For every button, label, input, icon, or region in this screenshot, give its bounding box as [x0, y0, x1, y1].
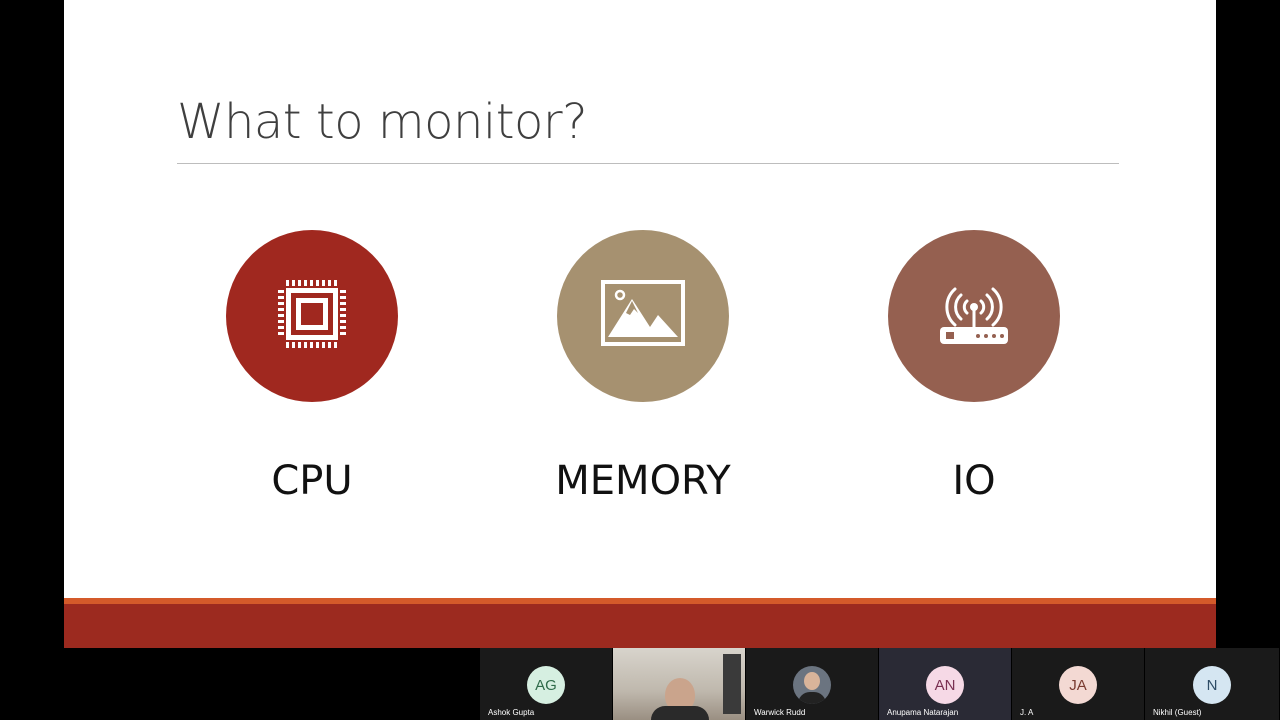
cpu-chip-icon: [272, 274, 352, 359]
video-background-window: [723, 654, 741, 714]
participant-strip: AG Ashok Gupta Warwick Rudd AN Anupama N…: [480, 648, 1280, 720]
avatar: AG: [527, 666, 565, 704]
participant-tile[interactable]: AG Ashok Gupta: [480, 648, 613, 720]
participant-tile[interactable]: JA J. A: [1012, 648, 1145, 720]
cpu-label: CPU: [271, 458, 353, 504]
participant-name: Ashok Gupta: [488, 708, 535, 717]
item-cpu: CPU: [226, 230, 398, 504]
io-circle: [888, 230, 1060, 402]
participant-name: Anupama Natarajan: [887, 708, 959, 717]
memory-label: MEMORY: [555, 458, 731, 504]
participant-tile[interactable]: N Nikhil (Guest): [1145, 648, 1279, 720]
presentation-slide: What to monitor? CPU MEMORY IO: [64, 0, 1216, 648]
image-landscape-icon: [600, 279, 686, 354]
slide-title: What to monitor?: [177, 94, 588, 150]
participant-name: J. A: [1020, 708, 1034, 717]
item-memory: MEMORY: [555, 230, 731, 504]
participant-tile[interactable]: AN Anupama Natarajan: [879, 648, 1012, 720]
wifi-router-icon: [934, 279, 1014, 354]
participant-tile[interactable]: Warwick Rudd: [746, 648, 879, 720]
memory-circle: [557, 230, 729, 402]
avatar-photo-body: [798, 692, 826, 704]
avatar: JA: [1059, 666, 1097, 704]
participant-name: Nikhil (Guest): [1153, 708, 1202, 717]
participant-video-tile[interactable]: [613, 648, 746, 720]
io-label: IO: [952, 458, 996, 504]
avatar: N: [1193, 666, 1231, 704]
cpu-circle: [226, 230, 398, 402]
title-divider: [177, 163, 1119, 164]
meeting-stage: What to monitor? CPU MEMORY IO AG Ashok …: [0, 0, 1280, 720]
slide-footer-band: [64, 604, 1216, 648]
item-io: IO: [888, 230, 1060, 504]
participant-name: Warwick Rudd: [754, 708, 806, 717]
avatar: AN: [926, 666, 964, 704]
video-person-body: [651, 706, 709, 720]
avatar-photo: [793, 666, 831, 704]
avatar-photo-head: [804, 672, 820, 690]
